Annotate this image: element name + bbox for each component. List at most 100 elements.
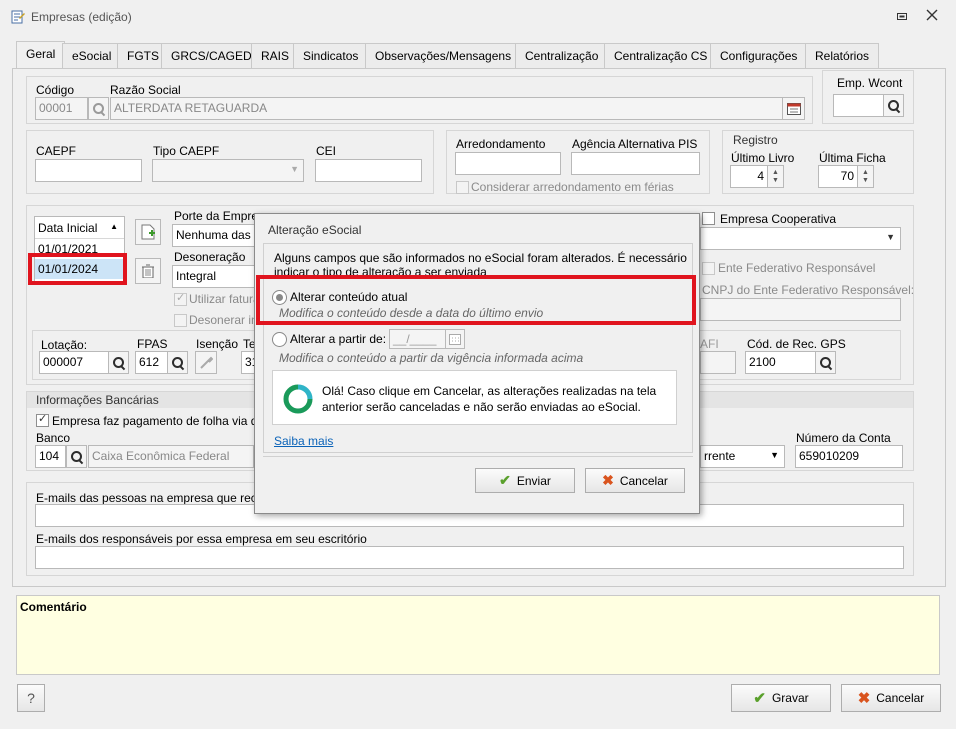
considerar-label: Considerar arredondamento em férias [471,180,674,194]
porte-select[interactable]: Nenhuma das [172,224,262,247]
tipo-caepf-label: Tipo CAEPF [153,144,220,158]
desonerar-label: Desonerar in [189,313,258,327]
tab-grcs-caged[interactable]: GRCS/CAGED [161,43,262,68]
info-line-2: anterior serão canceladas e não serão en… [322,400,641,414]
razao-label: Razão Social [110,83,181,97]
ente-label: Ente Federativo Responsável [718,261,876,275]
tab-centralizacao[interactable]: Centralização [515,43,609,68]
cooperativa-checkbox[interactable] [702,212,715,225]
cei-field[interactable] [315,159,422,182]
isencao-button[interactable] [195,351,217,374]
caepf-field[interactable] [35,159,142,182]
banco-code-field[interactable]: 104 [35,445,66,468]
fpas-search-button[interactable] [167,351,188,374]
banco-search-button[interactable] [66,445,87,468]
cei-label: CEI [316,144,337,158]
restore-icon[interactable] [896,10,908,22]
gps-search-button[interactable] [815,351,836,374]
saiba-mais-link[interactable]: Saiba mais [274,434,333,448]
tab-esocial[interactable]: eSocial [62,43,122,68]
cancelar-button[interactable]: ✖ Cancelar [841,684,941,712]
ente-checkbox[interactable] [702,262,715,275]
add-date-button[interactable] [135,219,161,245]
close-icon[interactable] [926,9,938,21]
fpas-label: FPAS [137,337,168,351]
tab-geral[interactable]: Geral [16,41,66,68]
chevron-down-icon: ▼ [290,164,299,174]
considerar-checkbox[interactable] [456,181,469,194]
livro-label: Último Livro [731,151,795,165]
livro-field[interactable]: 4 [730,165,768,188]
pagamento-checkbox[interactable]: ✓ [36,413,49,427]
desonerar-checkbox[interactable] [174,314,187,327]
search-icon [819,356,832,369]
tab-relatorios[interactable]: Relatórios [805,43,880,68]
option-2-date-field[interactable]: __/____ [389,329,446,349]
help-button[interactable]: ? [17,684,45,712]
registro-title: Registro [733,133,778,147]
ficha-field[interactable]: 70 [818,165,858,188]
agencia-field[interactable] [571,152,700,175]
agencia-label: Agência Alternativa PIS [572,137,698,151]
livro-spinner[interactable]: ▲ ▼ [767,165,784,188]
cnpj-ente-field[interactable] [700,298,901,321]
calendar-button[interactable] [782,97,805,120]
enviar-label: Enviar [516,473,551,488]
pagamento-label: Empresa faz pagamento de folha via d [52,414,258,428]
enviar-button[interactable]: ✔ Enviar [475,468,575,493]
codigo-search-button[interactable] [88,97,109,120]
comment-area[interactable]: Comentário [16,595,940,675]
lotacao-search-button[interactable] [108,351,129,374]
fpas-field[interactable]: 612 [135,351,168,374]
info-box: Olá! Caso clique em Cancelar, as alteraç… [272,370,677,425]
email2-field[interactable] [35,546,904,569]
delete-date-button[interactable] [135,258,161,284]
lotacao-field[interactable]: 000007 [39,351,109,374]
tipo-caepf-select[interactable]: ▼ [152,159,304,182]
utilizar-checkbox[interactable]: ✓ [174,292,187,306]
dialog-message-1: Alguns campos que são informados no eSoc… [274,251,687,265]
gravar-button[interactable]: ✔ Gravar [731,684,831,712]
check-icon: ✔ [499,472,511,488]
option-highlight-box [256,275,696,325]
codigo-field[interactable]: 00001 [35,97,88,120]
option-2-label[interactable]: Alterar a partir de: [290,332,386,346]
caepf-label: CAEPF [36,144,77,158]
empwcont-field[interactable] [833,94,884,117]
option-2-calendar-button[interactable] [445,329,465,349]
radio-option-2[interactable] [272,332,287,347]
banco-name-field[interactable]: Caixa Econômica Federal [88,445,254,468]
isencao-label: Isenção [196,337,239,351]
tab-centralizacao-cs[interactable]: Centralização CS [604,43,718,68]
afi-field[interactable] [700,351,736,374]
arred-field[interactable] [455,152,561,175]
info-ring-icon [283,384,313,414]
x-icon: ✖ [602,472,614,488]
add-document-icon [141,224,155,240]
tab-sindicatos[interactable]: Sindicatos [293,43,369,68]
tab-rais[interactable]: RAIS [251,43,300,68]
date-highlight-box [28,253,127,285]
desoneracao-select[interactable]: Integral [172,265,262,288]
dialog-cancelar-button[interactable]: ✖ Cancelar [585,468,685,493]
empwcont-label: Emp. Wcont [837,76,903,90]
dates-header-label: Data Inicial [38,221,98,235]
cooperativa-select[interactable]: ▼ [700,227,901,250]
info-line-1: Olá! Caso clique em Cancelar, as alteraç… [322,384,657,398]
razao-field[interactable]: ALTERDATA RETAGUARDA [110,97,783,120]
tab-observacoes[interactable]: Observações/Mensagens [365,43,522,68]
gps-field[interactable]: 2100 [745,351,816,374]
empwcont-search-button[interactable] [883,94,904,117]
conta-tipo-select[interactable]: rrente ▼ [700,445,785,468]
ficha-spinner[interactable]: ▲ ▼ [857,165,874,188]
tab-configuracoes[interactable]: Configurações [710,43,808,68]
cnpj-ente-label: CNPJ do Ente Federativo Responsável: [702,283,915,297]
numconta-field[interactable]: 659010209 [795,445,903,468]
ficha-label: Última Ficha [819,151,886,165]
email1-label: E-mails das pessoas na empresa que rece [36,491,264,505]
chevron-down-icon: ▼ [770,450,779,460]
dates-header[interactable]: Data Inicial ▲ [35,217,124,239]
window-title: Empresas (edição) [31,10,132,24]
help-icon: ? [27,690,35,706]
comment-label: Comentário [20,600,87,614]
